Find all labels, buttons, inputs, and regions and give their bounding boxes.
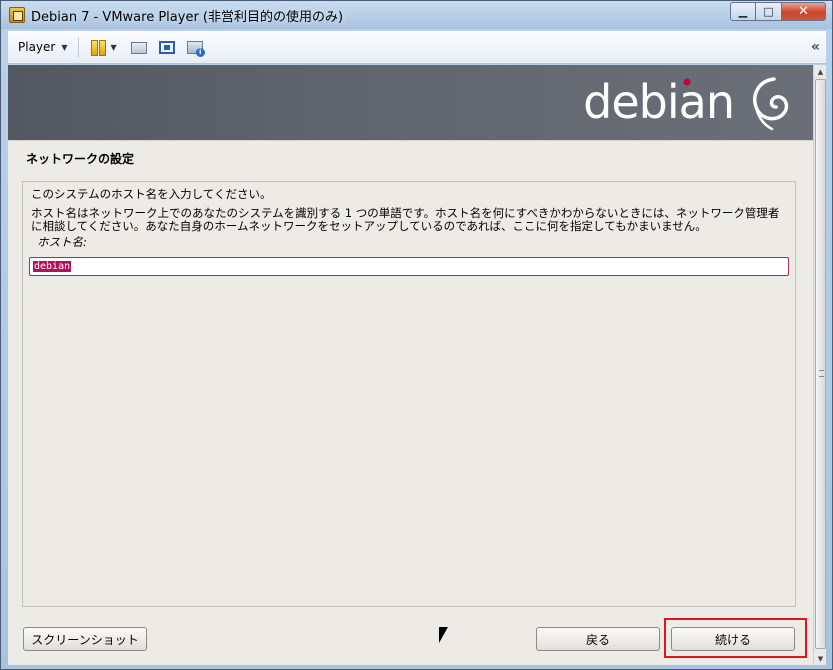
title-bar[interactable]: Debian 7 - VMware Player (非営利目的の使用のみ) ▁ … bbox=[1, 1, 832, 29]
banner-divider bbox=[8, 140, 826, 141]
fullscreen-icon[interactable] bbox=[158, 40, 175, 54]
maximize-button[interactable]: □ bbox=[756, 2, 782, 21]
continue-highlight-box bbox=[664, 618, 807, 658]
scroll-up-icon[interactable]: ▲ bbox=[814, 65, 827, 78]
debian-banner: debian bbox=[8, 65, 826, 140]
vmware-toolbar: Player ▼ ▼ « bbox=[8, 31, 826, 64]
player-menu[interactable]: Player ▼ bbox=[18, 40, 68, 54]
toolbar-divider bbox=[77, 37, 79, 57]
hostname-value: debian bbox=[33, 261, 72, 272]
hostname-label: ホスト名: bbox=[37, 235, 87, 249]
pause-dropdown-icon[interactable]: ▼ bbox=[111, 43, 117, 52]
debian-logo-text: debian bbox=[583, 75, 735, 129]
unity-icon[interactable] bbox=[186, 40, 205, 57]
scroll-grip-icon bbox=[819, 370, 824, 377]
pause-icon[interactable] bbox=[89, 39, 107, 56]
mouse-cursor-icon bbox=[439, 627, 448, 643]
close-button[interactable]: ✕ bbox=[782, 2, 826, 21]
logo-dot-icon bbox=[683, 78, 691, 86]
collapse-icon[interactable]: « bbox=[811, 39, 820, 55]
vertical-scrollbar[interactable]: ▲ ▼ bbox=[813, 65, 826, 665]
window-title: Debian 7 - VMware Player (非営利目的の使用のみ) bbox=[31, 9, 344, 25]
scroll-thumb[interactable] bbox=[815, 79, 826, 649]
network-icon[interactable] bbox=[130, 42, 147, 54]
scroll-down-icon[interactable]: ▼ bbox=[814, 652, 827, 665]
section-title: ネットワークの設定 bbox=[26, 152, 135, 166]
minimize-button[interactable]: ▁ bbox=[730, 2, 756, 21]
guest-screen[interactable]: debian ネットワークの設定 このシステムのホスト名を入力してください。 ホ… bbox=[8, 65, 826, 665]
back-button[interactable]: 戻る bbox=[536, 627, 660, 651]
hostname-prompt: このシステムのホスト名を入力してください。 bbox=[31, 187, 272, 201]
player-menu-label: Player bbox=[18, 40, 56, 54]
hostname-input[interactable]: debian bbox=[29, 257, 789, 276]
hostname-help-text: ホスト名はネットワーク上でのあなたのシステムを識別する 1 つの単語です。ホスト… bbox=[31, 206, 780, 233]
vmware-player-window: Debian 7 - VMware Player (非営利目的の使用のみ) ▁ … bbox=[0, 0, 833, 670]
screenshot-button[interactable]: スクリーンショット bbox=[23, 627, 147, 651]
debian-swirl-icon bbox=[753, 77, 789, 131]
question-panel: このシステムのホスト名を入力してください。 ホスト名はネットワーク上でのあなたの… bbox=[22, 181, 796, 607]
window-controls: ▁ □ ✕ bbox=[730, 2, 826, 21]
vmware-app-icon bbox=[9, 7, 25, 23]
chevron-down-icon: ▼ bbox=[61, 42, 68, 52]
